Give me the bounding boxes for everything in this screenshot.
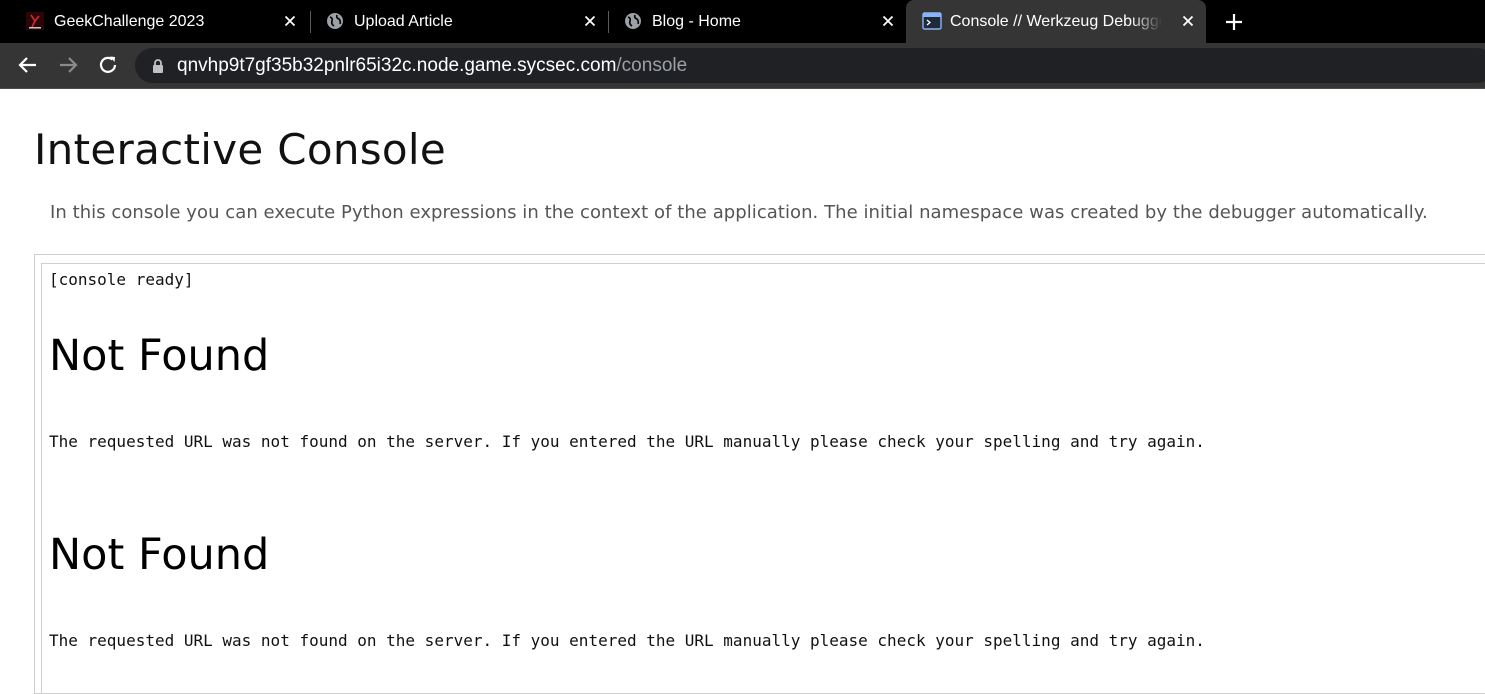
reload-icon[interactable] <box>96 53 120 77</box>
tab-title: Blog - Home <box>652 13 741 30</box>
tab-strip: GeekChallenge 2023 Upload Article Blog -… <box>0 0 1485 43</box>
close-icon[interactable] <box>880 13 896 29</box>
terminal-icon <box>922 12 942 30</box>
globe-icon <box>327 13 343 29</box>
new-tab-plus-icon[interactable] <box>1222 10 1246 34</box>
console-output[interactable]: [console ready] Not Found The requested … <box>41 263 1485 693</box>
url-host: qnvhp9t7gf35b32pnlr65i32c.node.game.sycs… <box>177 55 617 76</box>
syclover-favicon-icon <box>26 12 44 30</box>
tab-werkzeug-console[interactable]: Console // Werkzeug Debugger <box>906 0 1206 43</box>
close-icon[interactable] <box>1180 13 1196 29</box>
lock-icon[interactable] <box>151 58 165 74</box>
tab-title: Upload Article <box>354 13 453 30</box>
close-icon[interactable] <box>582 13 598 29</box>
tab-blog-home[interactable]: Blog - Home <box>608 0 906 43</box>
page-title: Interactive Console <box>34 125 447 174</box>
not-found-heading: Not Found <box>49 530 270 580</box>
page-description: In this console you can execute Python e… <box>50 202 1428 223</box>
tab-geekchallenge[interactable]: GeekChallenge 2023 <box>10 0 308 43</box>
browser-toolbar: qnvhp9t7gf35b32pnlr65i32c.node.game.sycs… <box>0 43 1485 89</box>
page-content: Interactive Console In this console you … <box>0 89 1485 694</box>
tab-title: Console // Werkzeug Debugger <box>950 13 1162 30</box>
url-path: /console <box>616 55 688 76</box>
tab-upload-article[interactable]: Upload Article <box>310 0 608 43</box>
forward-arrow-icon[interactable] <box>56 53 80 77</box>
back-arrow-icon[interactable] <box>16 53 40 77</box>
console-frame: [console ready] Not Found The requested … <box>34 254 1485 694</box>
not-found-message: The requested URL was not found on the s… <box>49 631 1205 650</box>
not-found-heading: Not Found <box>49 331 270 381</box>
url-text: qnvhp9t7gf35b32pnlr65i32c.node.game.sycs… <box>177 55 687 77</box>
address-bar[interactable]: qnvhp9t7gf35b32pnlr65i32c.node.game.sycs… <box>135 48 1485 83</box>
globe-icon <box>625 13 641 29</box>
console-ready-text: [console ready] <box>49 270 194 289</box>
tab-title: GeekChallenge 2023 <box>54 13 205 30</box>
close-icon[interactable] <box>282 13 298 29</box>
not-found-message: The requested URL was not found on the s… <box>49 432 1205 451</box>
